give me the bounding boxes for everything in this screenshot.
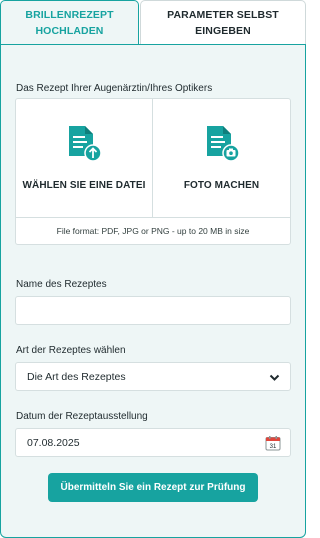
chevron-down-icon (269, 374, 280, 381)
take-photo-button[interactable]: FOTO MACHEN (153, 99, 290, 217)
tab-parameters-label-line1: PARAMETER SELBST (167, 9, 279, 21)
calendar-icon[interactable]: 31 (265, 435, 281, 451)
upload-box: WÄHLEN SIE EINE DATEI FOTO MACHEN File f… (15, 98, 291, 245)
issue-date-input[interactable]: 07.08.2025 31 (15, 428, 291, 457)
recipe-type-selected-value: Die Art des Rezeptes (27, 370, 126, 383)
submit-prescription-button[interactable]: Übermitteln Sie ein Rezept zur Prüfung (48, 473, 258, 502)
recipe-type-select[interactable]: Die Art des Rezeptes (15, 362, 291, 391)
document-upload-icon (69, 126, 102, 162)
tab-upload-prescription[interactable]: BRILLENREZEPT HOCHLADEN (0, 0, 139, 45)
choose-file-button[interactable]: WÄHLEN SIE EINE DATEI (16, 99, 153, 217)
tab-enter-parameters[interactable]: PARAMETER SELBST EINGEBEN (140, 0, 306, 45)
issue-date-value: 07.08.2025 (27, 436, 80, 449)
take-photo-label: FOTO MACHEN (183, 180, 260, 191)
tab-parameters-label-line2: EINGEBEN (195, 25, 251, 37)
calendar-icon-day: 31 (270, 444, 277, 450)
tab-upload-label-line2: HOCHLADEN (35, 25, 104, 37)
recipe-name-input[interactable] (15, 296, 291, 325)
recipe-type-label: Art der Rezeptes wählen (16, 345, 126, 356)
tab-upload-label-line1: BRILLENREZEPT (25, 9, 114, 21)
document-camera-icon (206, 126, 240, 162)
recipe-name-label: Name des Rezeptes (16, 279, 107, 290)
choose-file-label: WÄHLEN SIE EINE DATEI (22, 180, 146, 191)
prescription-section-label: Das Rezept Ihrer Augenärztin/Ihres Optik… (16, 83, 213, 94)
issue-date-label: Datum der Rezeptausstellung (16, 411, 148, 422)
tab-bar: BRILLENREZEPT HOCHLADEN PARAMETER SELBST… (0, 0, 306, 45)
file-format-note: File format: PDF, JPG or PNG - up to 20 … (16, 217, 290, 244)
